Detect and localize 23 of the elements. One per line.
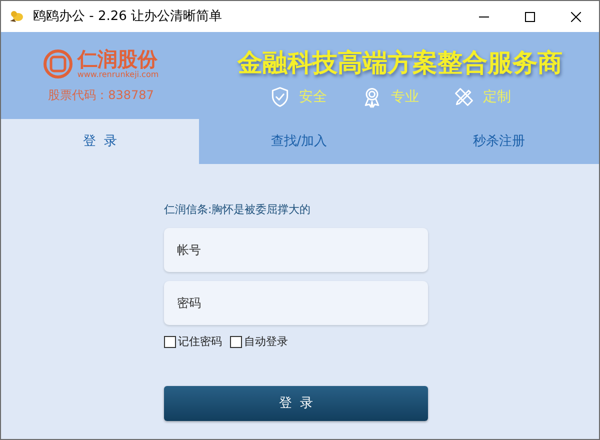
checkbox-label: 记住密码 <box>178 334 222 350</box>
tab[interactable]: 登 录 <box>1 119 199 164</box>
checkbox-label: 自动登录 <box>244 334 288 350</box>
pencil-ruler-icon <box>453 86 475 108</box>
feature-label: 安全 <box>299 88 327 106</box>
motto: 仁润信条:胸怀是被委屈撑大的 <box>164 202 312 218</box>
close-icon <box>571 12 581 22</box>
login-button[interactable]: 登 录 <box>164 386 428 421</box>
password-field[interactable]: 密码 <box>164 280 428 324</box>
stock-code: 股票代码：838787 <box>48 86 154 104</box>
brand-name: 仁润股份 <box>77 48 158 70</box>
checkbox[interactable] <box>164 336 176 348</box>
feature-label: 定制 <box>483 88 511 106</box>
slogan: 金融科技高端方案整合服务商 <box>238 48 562 78</box>
account-field[interactable]: 帐号 <box>164 228 428 272</box>
window-title: 鸥鸥办公 - 2.26 让办公清晰简单 <box>33 8 222 26</box>
logo-icon <box>43 48 74 78</box>
maximize-icon <box>525 12 535 22</box>
shield-check-icon <box>269 86 291 108</box>
feature-label: 专业 <box>391 88 419 106</box>
bird-icon <box>9 8 25 24</box>
brand-url: www.renrunkeji.com <box>77 70 159 80</box>
checkbox[interactable] <box>230 336 242 348</box>
